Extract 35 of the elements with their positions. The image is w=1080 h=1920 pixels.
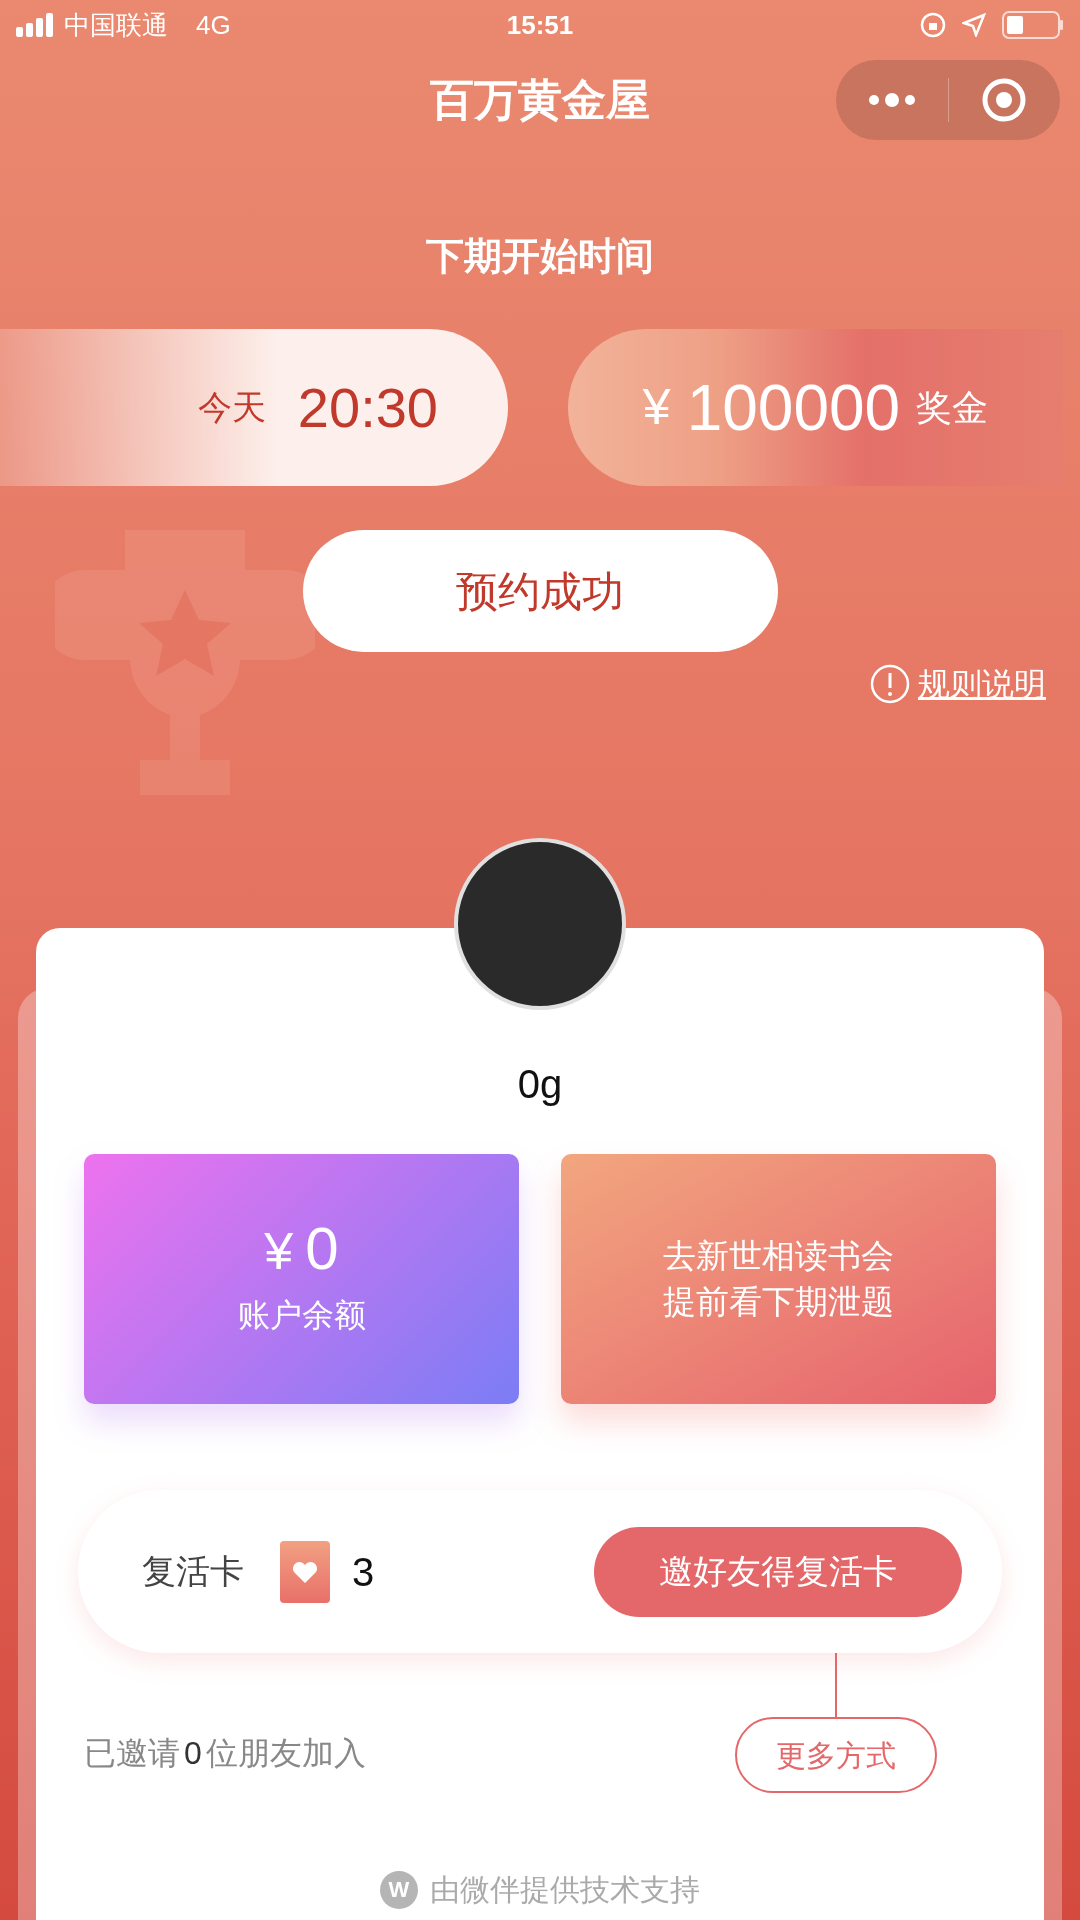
promo-text: 提前看下期泄题 (663, 1282, 894, 1322)
network-type: 4G (196, 8, 231, 42)
start-time: 20:30 (297, 374, 438, 441)
promo-text: 去新世相读书会 (663, 1236, 894, 1276)
balance-card[interactable]: ¥ 0 账户余额 (84, 1154, 519, 1404)
currency-sign: ¥ (264, 1225, 294, 1277)
currency-sign: ¥ (642, 378, 671, 437)
invite-friends-button[interactable]: 邀好友得复活卡 (594, 1526, 962, 1617)
invited-count: 0 (184, 1734, 202, 1773)
battery-icon (1002, 11, 1064, 39)
invited-suffix: 位朋友加入 (205, 1734, 366, 1773)
rotation-lock-icon (920, 12, 946, 38)
carrier-name: 中国联通 (64, 8, 168, 42)
prize-label: 奖金 (916, 385, 989, 430)
countdown-heading: 下期开始时间 (426, 234, 654, 279)
footer-logo: W (380, 1870, 418, 1909)
revive-label: 复活卡 (142, 1551, 244, 1592)
info-icon (870, 664, 910, 704)
clock-time: 15:51 (506, 8, 574, 42)
day-label: 今天 (197, 387, 266, 428)
invited-prefix: 已邀请 (84, 1734, 180, 1773)
signal-icon (16, 13, 56, 37)
promo-card[interactable]: 去新世相读书会 提前看下期泄题 (561, 1154, 996, 1404)
rules-link[interactable]: 规则说明 (918, 660, 1046, 708)
heart-card-icon (280, 1540, 330, 1603)
reserve-button[interactable]: 预约成功 (302, 530, 778, 652)
page-title: 百万黄金屋 (430, 74, 650, 126)
location-arrow-icon (962, 13, 986, 37)
revive-count: 3 (352, 1548, 375, 1596)
more-options-button[interactable]: 更多方式 (735, 1717, 937, 1793)
weight-value: 0g (517, 1061, 563, 1108)
prize-amount: 100000 (686, 370, 901, 446)
footer-credit: 由微伴提供技术支持 (430, 1872, 700, 1908)
balance-label: 账户余额 (237, 1296, 366, 1335)
balance-amount: 0 (305, 1219, 339, 1279)
